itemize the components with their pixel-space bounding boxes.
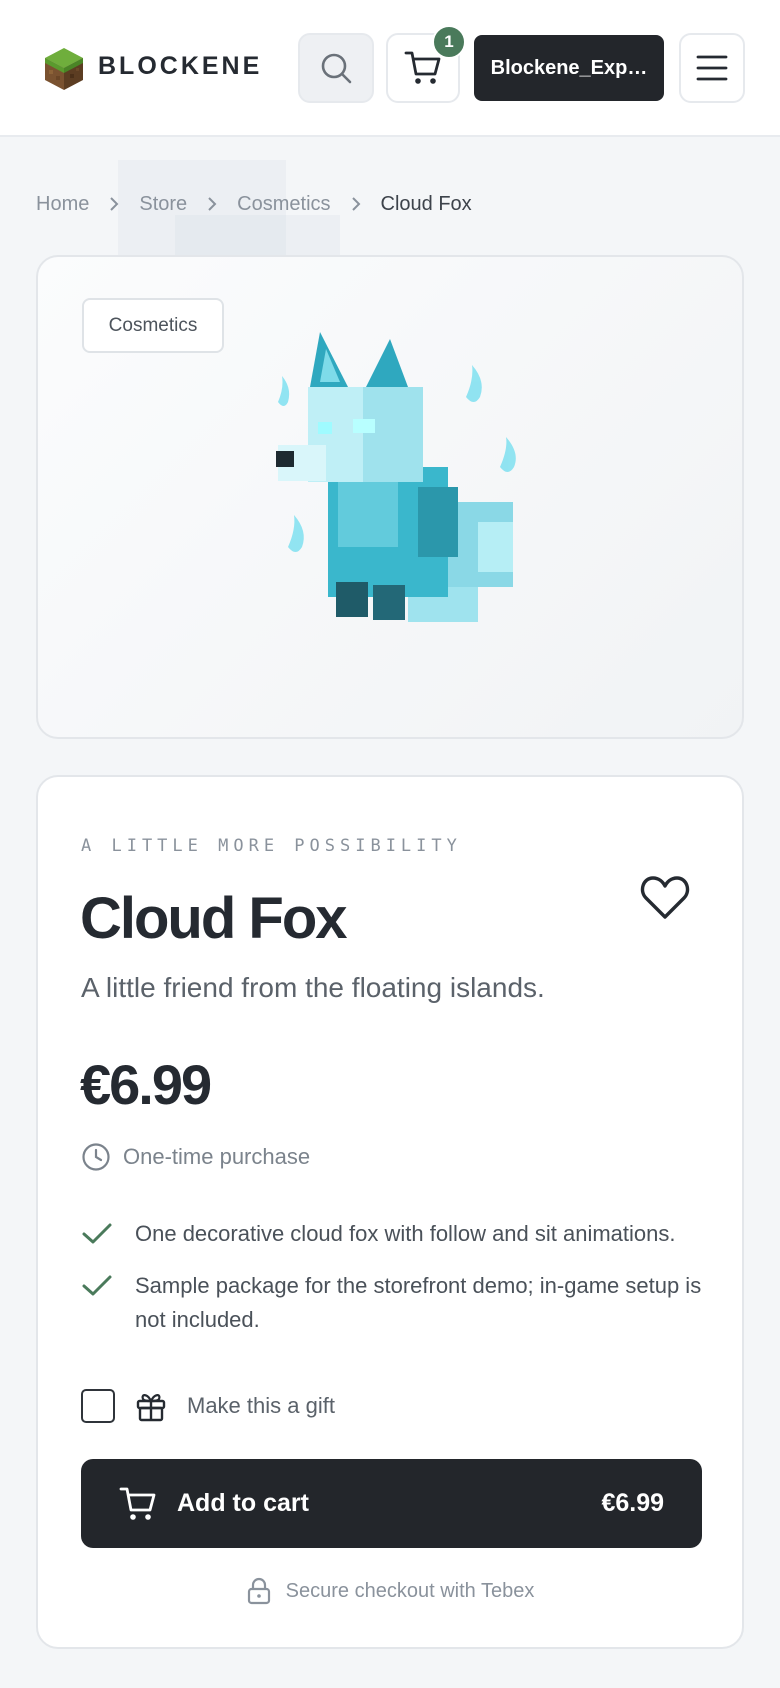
feature-list: One decorative cloud fox with follow and… bbox=[81, 1217, 721, 1355]
feature-text: One decorative cloud fox with follow and… bbox=[135, 1221, 676, 1246]
clock-icon bbox=[82, 1143, 110, 1171]
check-icon bbox=[82, 1275, 112, 1296]
chevron-right-icon bbox=[187, 195, 237, 213]
category-tag[interactable]: Cosmetics bbox=[82, 298, 224, 353]
add-to-cart-label: Add to cart bbox=[177, 1489, 309, 1517]
background-decoration bbox=[175, 215, 340, 255]
product-info-card: A LITTLE MORE POSSIBILITY Cloud Fox A li… bbox=[36, 775, 744, 1649]
site-header: BLOCKENE 1 Blockene_Exp… bbox=[0, 0, 780, 137]
heart-icon[interactable] bbox=[640, 874, 690, 922]
gift-option: Make this a gift bbox=[81, 1389, 335, 1423]
add-to-cart-button[interactable]: Add to cart €6.99 bbox=[81, 1459, 702, 1548]
cart-icon bbox=[404, 51, 441, 84]
purchase-type: One-time purchase bbox=[81, 1142, 310, 1172]
cart-icon bbox=[119, 1487, 156, 1520]
chevron-right-icon bbox=[331, 195, 381, 213]
menu-icon bbox=[696, 55, 728, 81]
feature-text: Sample package for the storefront demo; … bbox=[135, 1273, 702, 1332]
brand-name[interactable]: BLOCKENE bbox=[98, 52, 262, 81]
gift-label[interactable]: Make this a gift bbox=[187, 1393, 335, 1419]
product-image-card: Cosmetics bbox=[36, 255, 744, 739]
breadcrumb-cosmetics[interactable]: Cosmetics bbox=[237, 193, 330, 216]
grass-block-logo[interactable] bbox=[43, 46, 85, 92]
gift-checkbox[interactable] bbox=[81, 1389, 115, 1423]
cloud-fox-image bbox=[276, 332, 516, 622]
purchase-type-label: One-time purchase bbox=[123, 1144, 311, 1169]
search-icon bbox=[321, 53, 352, 84]
add-to-cart-price: €6.99 bbox=[601, 1489, 664, 1517]
breadcrumb-current: Cloud Fox bbox=[380, 192, 472, 215]
chevron-right-icon bbox=[89, 195, 139, 213]
gift-icon bbox=[136, 1394, 166, 1422]
account-button[interactable]: Blockene_Exp… bbox=[474, 35, 664, 101]
breadcrumb: Home Store Cosmetics Cloud Fox bbox=[36, 189, 472, 219]
list-item: One decorative cloud fox with follow and… bbox=[81, 1217, 721, 1251]
lock-icon bbox=[247, 1577, 270, 1605]
breadcrumb-store[interactable]: Store bbox=[139, 193, 187, 216]
menu-button[interactable] bbox=[679, 33, 745, 103]
search-button[interactable] bbox=[298, 33, 374, 103]
secure-checkout-text: Secure checkout with Tebex bbox=[285, 1579, 535, 1602]
product-subtitle: A little friend from the floating island… bbox=[81, 972, 545, 1003]
cart-count-badge: 1 bbox=[432, 25, 466, 59]
check-icon bbox=[82, 1223, 112, 1244]
list-item: Sample package for the storefront demo; … bbox=[81, 1269, 721, 1337]
breadcrumb-home[interactable]: Home bbox=[36, 193, 89, 216]
product-price: €6.99 bbox=[80, 1053, 212, 1116]
product-title: Cloud Fox bbox=[80, 886, 348, 951]
product-eyebrow: A LITTLE MORE POSSIBILITY bbox=[81, 836, 462, 856]
secure-checkout-note: Secure checkout with Tebex bbox=[38, 1577, 742, 1605]
